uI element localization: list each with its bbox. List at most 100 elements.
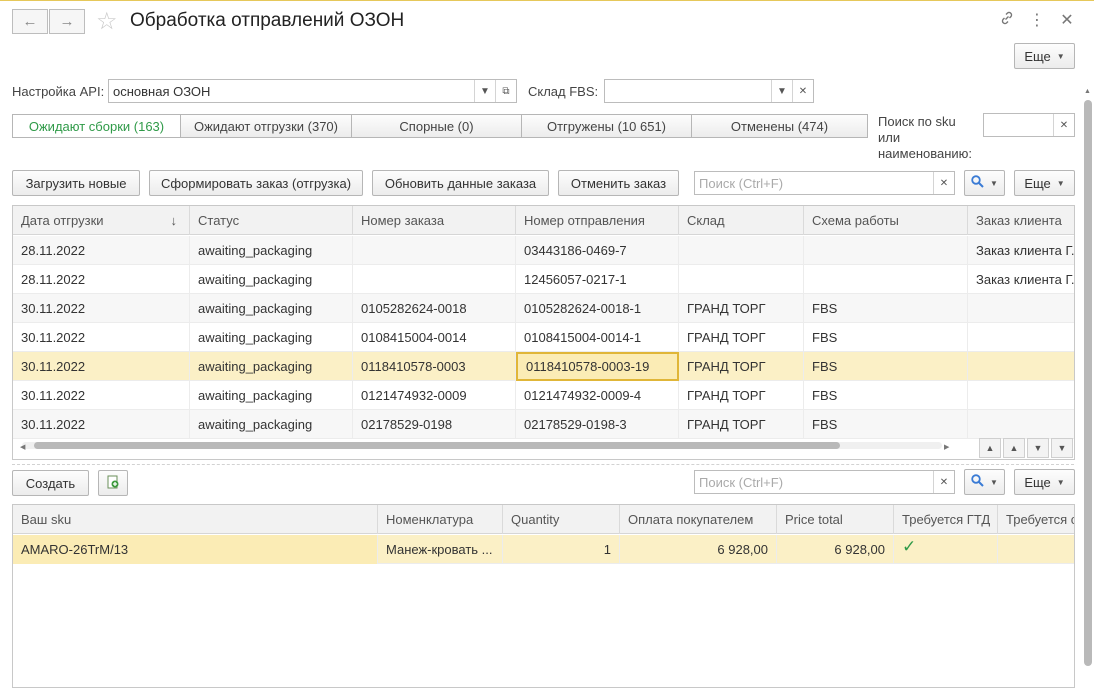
table-cell[interactable]: 0108415004-0014 (353, 323, 516, 352)
scrollbar-thumb[interactable] (34, 442, 840, 449)
table-cell[interactable]: 0118410578-0003-19 (516, 352, 679, 381)
table-cell[interactable]: ГРАНД ТОРГ (679, 352, 804, 381)
column-header[interactable]: Дата отгрузки ↓ (13, 206, 190, 235)
warehouse-field[interactable]: ▼ ✕ (604, 79, 814, 103)
tab-awaiting-shipment[interactable]: Ожидают отгрузки (370) (181, 114, 352, 138)
dropdown-caret-icon[interactable]: ▼ (474, 80, 495, 102)
tab-disputed[interactable]: Спорные (0) (352, 114, 522, 138)
table-cell[interactable]: 02178529-0198-3 (516, 410, 679, 439)
table-cell[interactable]: 6 928,00 (777, 535, 894, 564)
table-cell[interactable]: 28.11.2022 (13, 236, 190, 265)
add-document-button[interactable] (98, 470, 128, 496)
table-cell[interactable] (804, 265, 968, 294)
table-cell[interactable]: awaiting_packaging (190, 323, 353, 352)
table-cell[interactable]: 6 928,00 (620, 535, 777, 564)
table-row[interactable]: 30.11.2022 awaiting_packaging 0105282624-0… (13, 294, 1074, 323)
go-down-button[interactable]: ▼ (1027, 438, 1049, 458)
table-cell[interactable]: awaiting_packaging (190, 236, 353, 265)
items-search-input[interactable]: Поиск (Ctrl+F) ✕ (694, 470, 955, 494)
clear-icon[interactable]: ✕ (792, 80, 813, 102)
close-icon[interactable]: ✕ (1057, 10, 1077, 30)
table-row[interactable]: 30.11.2022 awaiting_packaging 0108415004-0… (13, 323, 1074, 352)
column-header[interactable]: Схема работы (804, 206, 968, 235)
table-cell[interactable]: awaiting_packaging (190, 352, 353, 381)
table-cell[interactable]: 0108415004-0014-1 (516, 323, 679, 352)
table-row[interactable]: 28.11.2022 awaiting_packaging 12456057-021… (13, 265, 1074, 294)
orders-more-button[interactable]: Еще ▼ (1014, 170, 1075, 196)
orders-search-input[interactable]: Поиск (Ctrl+F) ✕ (694, 171, 955, 195)
table-cell[interactable]: Манеж-кровать ... (378, 535, 503, 564)
table-cell[interactable]: 02178529-0198 (353, 410, 516, 439)
column-header[interactable]: Требуется с (998, 505, 1074, 534)
tab-awaiting-packaging[interactable]: Ожидают сборки (163) (12, 114, 181, 138)
clear-icon[interactable]: ✕ (933, 471, 954, 493)
column-header[interactable]: Номер заказа (353, 206, 516, 235)
splitter[interactable] (12, 464, 1074, 465)
items-more-button[interactable]: Еще ▼ (1014, 469, 1075, 495)
column-header[interactable]: Ваш sku (13, 505, 378, 534)
column-header[interactable]: Заказ клиента (968, 206, 1074, 235)
table-cell[interactable] (968, 294, 1074, 323)
update-order-button[interactable]: Обновить данные заказа (372, 170, 549, 196)
column-header[interactable]: Номенклатура (378, 505, 503, 534)
table-cell[interactable]: 30.11.2022 (13, 294, 190, 323)
table-cell[interactable]: 0105282624-0018-1 (516, 294, 679, 323)
vertical-scrollbar[interactable]: ▲ (1084, 88, 1092, 688)
create-button[interactable]: Создать (12, 470, 89, 496)
table-cell[interactable] (968, 381, 1074, 410)
table-row[interactable]: 28.11.2022 awaiting_packaging 03443186-046… (13, 236, 1074, 265)
table-cell[interactable]: FBS (804, 410, 968, 439)
scrollbar-thumb[interactable] (1084, 100, 1092, 666)
table-cell[interactable]: 0121474932-0009-4 (516, 381, 679, 410)
cancel-order-button[interactable]: Отменить заказ (558, 170, 679, 196)
table-cell[interactable]: awaiting_packaging (190, 265, 353, 294)
table-row[interactable]: 30.11.2022 awaiting_packaging 0118410578-0… (13, 352, 1074, 381)
go-first-button[interactable]: ▲ (979, 438, 1001, 458)
table-cell[interactable]: FBS (804, 294, 968, 323)
table-cell[interactable] (968, 323, 1074, 352)
table-cell[interactable]: awaiting_packaging (190, 410, 353, 439)
scroll-up-icon[interactable]: ▲ (1084, 88, 1091, 95)
table-cell[interactable]: 12456057-0217-1 (516, 265, 679, 294)
table-row[interactable]: 30.11.2022 awaiting_packaging 0121474932-0… (13, 381, 1074, 410)
api-settings-field[interactable]: основная ОЗОН ▼ ⧉ (108, 79, 517, 103)
table-cell[interactable] (968, 352, 1074, 381)
table-cell[interactable] (998, 535, 1074, 564)
search-sku-field[interactable]: ✕ (983, 113, 1075, 137)
table-cell[interactable]: ГРАНД ТОРГ (679, 410, 804, 439)
table-cell[interactable]: 30.11.2022 (13, 381, 190, 410)
open-form-icon[interactable]: ⧉ (495, 80, 516, 102)
table-cell[interactable]: FBS (804, 323, 968, 352)
table-cell[interactable]: 0105282624-0018 (353, 294, 516, 323)
search-options-button[interactable]: ▼ (964, 170, 1005, 196)
column-header[interactable]: Склад (679, 206, 804, 235)
go-last-button[interactable]: ▼ (1051, 438, 1073, 458)
back-button[interactable]: ← (12, 9, 48, 34)
table-cell[interactable]: 30.11.2022 (13, 352, 190, 381)
table-cell[interactable] (679, 236, 804, 265)
table-cell[interactable]: FBS (804, 381, 968, 410)
go-up-button[interactable]: ▲ (1003, 438, 1025, 458)
table-cell[interactable]: Заказ клиента Г... (968, 236, 1074, 265)
column-header[interactable]: Номер отправления (516, 206, 679, 235)
table-cell[interactable]: ГРАНД ТОРГ (679, 294, 804, 323)
table-cell[interactable]: 28.11.2022 (13, 265, 190, 294)
table-cell[interactable]: AMARO-26TrM/13 (13, 535, 378, 564)
clear-icon[interactable]: ✕ (933, 172, 954, 194)
scroll-right-icon[interactable]: ▶ (944, 443, 949, 451)
table-cell[interactable]: 0118410578-0003 (353, 352, 516, 381)
table-row[interactable]: AMARO-26TrM/13 Манеж-кровать ... 1 6 928,00… (13, 535, 1074, 564)
table-cell[interactable] (679, 265, 804, 294)
tab-shipped[interactable]: Отгружены (10 651) (522, 114, 692, 138)
column-header[interactable]: Оплата покупателем (620, 505, 777, 534)
forward-button[interactable]: → (49, 9, 85, 34)
column-header[interactable]: Quantity (503, 505, 620, 534)
table-cell[interactable] (968, 410, 1074, 439)
table-row[interactable]: 30.11.2022 awaiting_packaging 02178529-019… (13, 410, 1074, 439)
table-cell[interactable]: 03443186-0469-7 (516, 236, 679, 265)
favorite-star-icon[interactable]: ☆ (96, 7, 118, 36)
table-cell[interactable]: ГРАНД ТОРГ (679, 323, 804, 352)
load-new-button[interactable]: Загрузить новые (12, 170, 140, 196)
column-header[interactable]: Price total (777, 505, 894, 534)
table-cell[interactable] (353, 265, 516, 294)
